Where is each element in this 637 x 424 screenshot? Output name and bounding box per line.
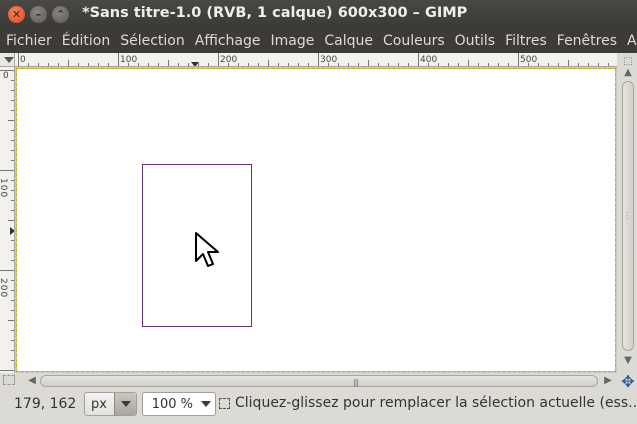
vruler-label-100: 100 xyxy=(0,178,8,198)
hruler-label-0: 0 xyxy=(20,55,26,65)
hruler-label-400: 400 xyxy=(420,55,437,65)
scroll-right-arrow[interactable]: ▶ xyxy=(602,374,614,388)
image-viewport[interactable] xyxy=(15,67,617,373)
horizontal-scroll-thumb[interactable]: ||| xyxy=(40,375,598,387)
image-canvas[interactable] xyxy=(16,68,616,372)
canvas-area: 0 100 200 300 400 500 0 100 200 ⬚ ▲ · · … xyxy=(0,53,637,390)
vertical-scrollbar[interactable]: ⬚ ▲ · · · ▼ xyxy=(619,53,637,373)
scroll-grip-icon: · · · xyxy=(626,209,629,223)
selection-icon xyxy=(219,397,230,409)
horizontal-ruler-ticks: 0 100 200 300 400 500 xyxy=(18,53,609,66)
menu-bar: Fichier Édition Sélection Affichage Imag… xyxy=(0,29,637,53)
scroll-down-arrow[interactable]: ▼ xyxy=(622,355,634,367)
scroll-up-arrow[interactable]: ▲ xyxy=(622,67,634,79)
horizontal-ruler[interactable]: 0 100 200 300 400 500 xyxy=(15,53,617,67)
vertical-scroll-thumb[interactable]: · · · xyxy=(622,81,634,351)
scroll-left-arrow[interactable]: ◀ xyxy=(26,374,38,388)
menu-selection[interactable]: Sélection xyxy=(115,33,190,49)
hruler-label-200: 200 xyxy=(220,55,237,65)
title-bar: ✕ – ⌃ *Sans titre-1.0 (RVB, 1 calque) 60… xyxy=(0,0,637,29)
close-icon: ✕ xyxy=(11,8,22,21)
vertical-ruler[interactable]: 0 100 200 xyxy=(0,67,15,373)
pointer-coordinates: 179, 162 xyxy=(14,396,77,412)
menu-outils[interactable]: Outils xyxy=(450,33,500,49)
arrow-pointer-icon xyxy=(195,232,219,267)
minimize-window-button[interactable]: – xyxy=(30,6,47,23)
close-window-button[interactable]: ✕ xyxy=(8,6,25,23)
chevron-down-icon[interactable] xyxy=(201,401,211,407)
hruler-label-500: 500 xyxy=(520,55,537,65)
window-title: *Sans titre-1.0 (RVB, 1 calque) 600x300 … xyxy=(82,5,468,21)
horizontal-scrollbar[interactable]: ◀ ||| ▶ ✥ xyxy=(0,373,637,390)
unit-value: px xyxy=(91,397,107,412)
image-menu-button[interactable] xyxy=(0,53,15,67)
scroll-grip-icon: ||| xyxy=(353,378,359,387)
maximize-icon: ⌃ xyxy=(55,8,66,21)
zoom-value[interactable]: 100 % xyxy=(152,397,193,412)
menu-image[interactable]: Image xyxy=(266,33,320,49)
menu-filtres[interactable]: Filtres xyxy=(500,33,552,49)
vruler-label-200: 200 xyxy=(0,278,8,298)
maximize-window-button[interactable]: ⌃ xyxy=(52,6,69,23)
unit-select[interactable]: px xyxy=(84,392,137,416)
vruler-label-0: 0 xyxy=(3,71,9,81)
vertical-ruler-ticks: 0 100 200 xyxy=(0,70,14,371)
menu-edition[interactable]: Édition xyxy=(57,33,115,49)
menu-fenetres[interactable]: Fenêtres xyxy=(552,33,622,49)
menu-fichier[interactable]: Fichier xyxy=(1,33,57,49)
chevron-down-icon[interactable] xyxy=(114,393,136,415)
zoom-combo[interactable]: 100 % xyxy=(142,392,216,416)
navigate-icon[interactable]: ✥ xyxy=(619,373,637,390)
status-bar: 179, 162 px 100 % Cliquez-glissez pour r… xyxy=(0,390,637,424)
menu-couleurs[interactable]: Couleurs xyxy=(378,33,450,49)
menu-affichage[interactable]: Affichage xyxy=(190,33,266,49)
quick-mask-toggle[interactable] xyxy=(3,375,15,385)
minimize-icon: – xyxy=(35,8,42,21)
menu-calque[interactable]: Calque xyxy=(319,33,378,49)
status-message-text: Cliquez-glissez pour remplacer la sélect… xyxy=(235,395,637,411)
menu-aide[interactable]: Aide xyxy=(622,33,637,49)
status-message: Cliquez-glissez pour remplacer la sélect… xyxy=(219,395,637,411)
hruler-label-300: 300 xyxy=(320,55,337,65)
hruler-label-100: 100 xyxy=(120,55,137,65)
